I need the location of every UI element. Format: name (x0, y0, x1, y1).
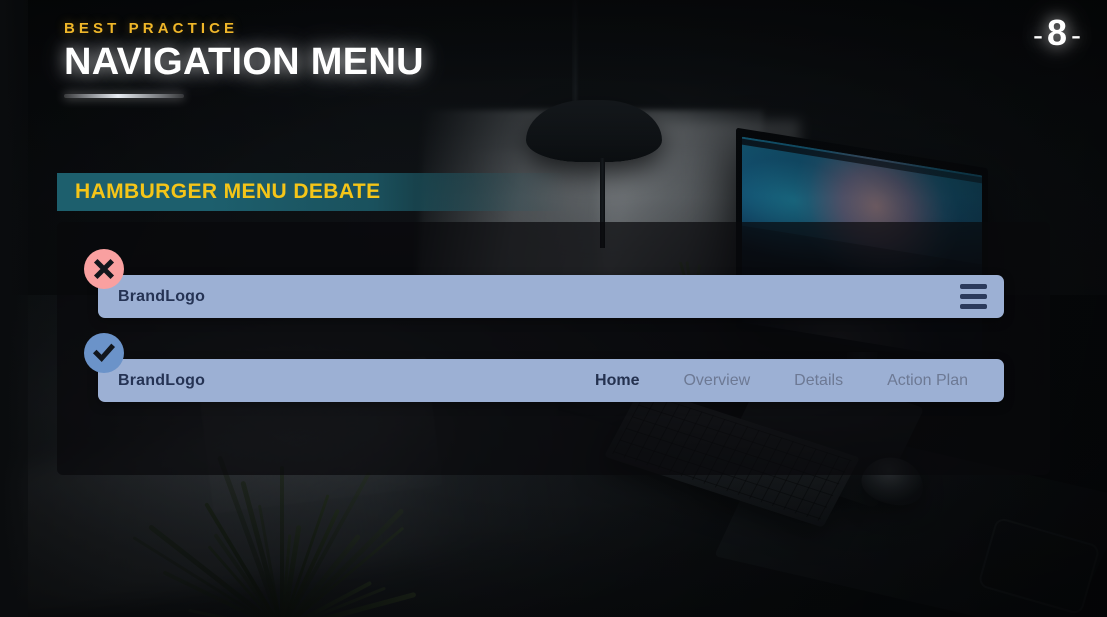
header-kicker: BEST PRACTICE (64, 20, 239, 37)
nav-link-overview[interactable]: Overview (661, 372, 772, 390)
hamburger-bar-middle (960, 294, 987, 299)
check-mark-icon (84, 333, 124, 373)
hamburger-bar-bottom (960, 304, 987, 309)
x-mark-icon (84, 249, 124, 289)
brand-logo-label-good: BrandLogo (118, 371, 206, 389)
content-panel (57, 222, 1050, 475)
nav-link-action-plan[interactable]: Action Plan (865, 372, 990, 390)
section-header-bar: HAMBURGER MENU DEBATE (57, 173, 567, 211)
title-underline-rule (64, 94, 184, 98)
page-number-value: 8 (1046, 12, 1071, 53)
page-number: -8- (1033, 12, 1085, 54)
navbar-links: Home Overview Details Action Plan (573, 372, 1004, 390)
photo-left-edge-shade (0, 0, 28, 617)
hamburger-bar-top (960, 284, 987, 289)
page-number-right-dash: - (1071, 19, 1085, 52)
brand-logo-label-bad: BrandLogo (118, 287, 206, 305)
navbar-hamburger-example[interactable]: BrandLogo (98, 275, 1004, 318)
nav-link-details[interactable]: Details (772, 372, 865, 390)
navbar-links-example[interactable]: BrandLogo Home Overview Details Action P… (98, 359, 1004, 402)
page-number-left-dash: - (1032, 19, 1047, 52)
slide-header: BEST PRACTICE NAVIGATION MENU (64, 20, 424, 98)
slide-root: BEST PRACTICE NAVIGATION MENU -8- HAMBUR… (0, 0, 1107, 617)
hamburger-menu-icon[interactable] (960, 284, 1004, 309)
section-header-label: HAMBURGER MENU DEBATE (75, 180, 381, 203)
page-title: NAVIGATION MENU (64, 41, 424, 83)
nav-link-home[interactable]: Home (573, 372, 661, 390)
